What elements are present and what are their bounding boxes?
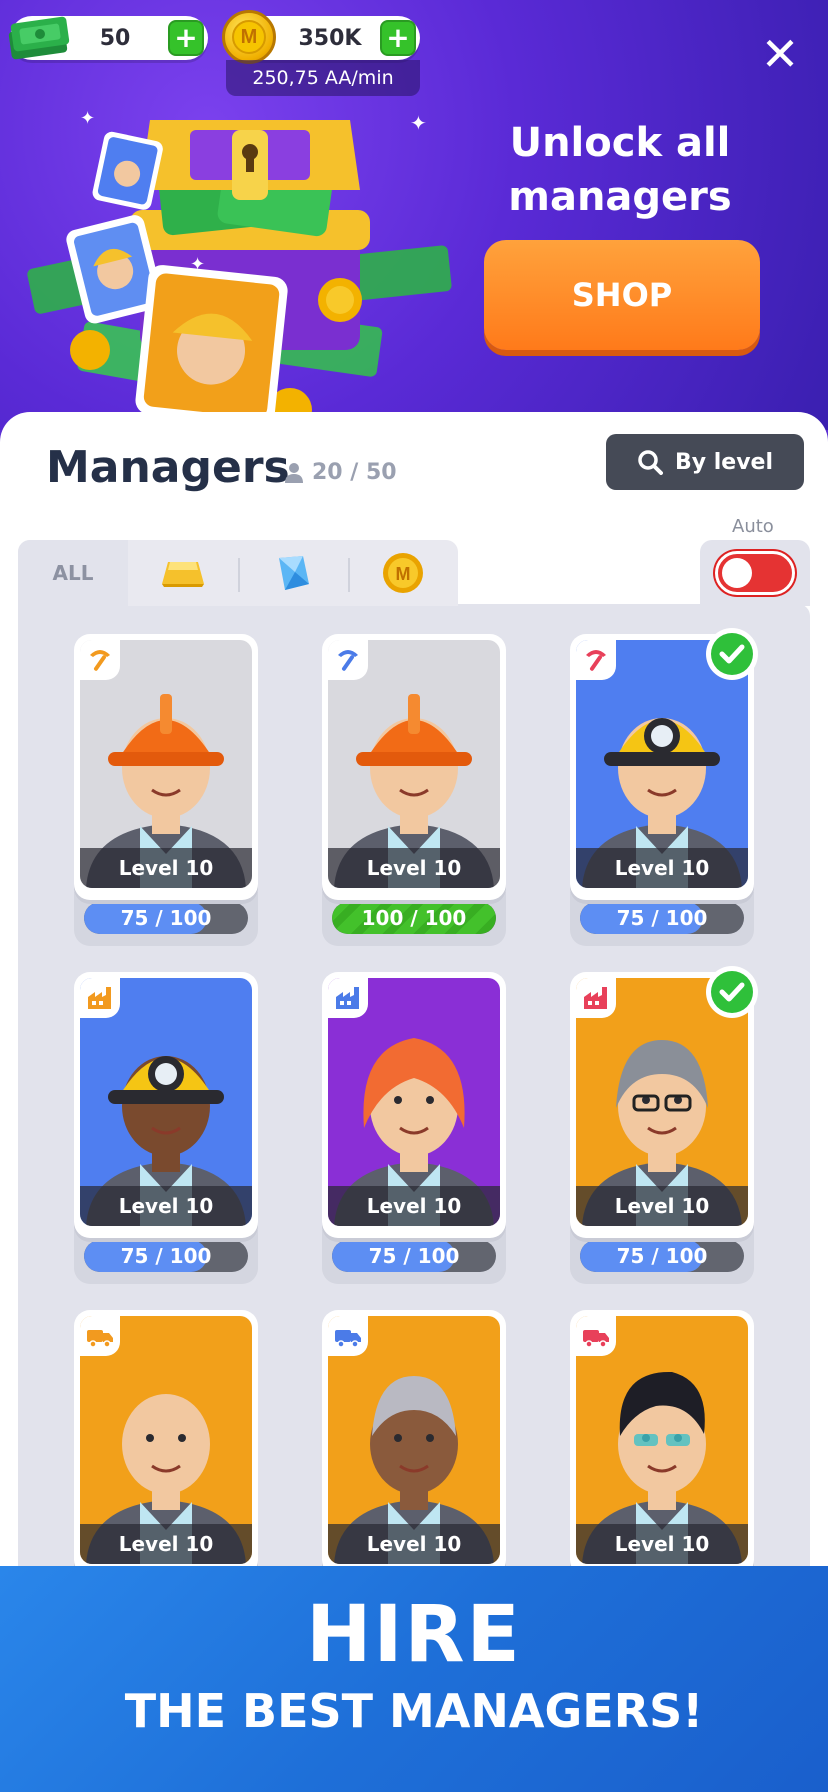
coins-counter: M 350K + [222,10,420,64]
person-icon [285,462,303,483]
manager-card[interactable]: Level 10 [570,628,758,902]
auto-toggle-container [700,540,810,606]
progress-text: 75 / 100 [368,1244,460,1268]
pickaxe-icon [80,640,120,680]
tab-coins[interactable]: M [348,540,458,606]
search-icon [638,450,663,475]
factory-icon [576,978,616,1018]
manager-level: Level 10 [576,848,748,888]
managers-count-text: 20 / 50 [312,460,397,485]
tab-gold[interactable] [128,540,238,606]
managers-count: 20 / 50 [284,460,397,485]
cash-counter: 50 + [8,16,208,60]
gem-icon [279,556,309,590]
sort-by-level-label: By level [674,449,774,475]
checkmark-icon [706,628,758,680]
pickaxe-icon [328,640,368,680]
manager-level: Level 10 [80,1186,252,1226]
svg-text:✦: ✦ [190,254,205,275]
manager-progress-bar: 75 / 100 [580,1240,744,1272]
treasure-chest-illustration: ✦ ✦ ✦ [27,108,452,430]
progress-text: 75 / 100 [120,1244,212,1268]
gold-bar-icon [162,562,204,587]
hire-title: HIRE [306,1590,522,1680]
progress-text: 75 / 100 [616,906,708,930]
coins-value: 350K [298,25,362,51]
income-rate: 250,75 AA/min [226,60,420,96]
manager-progress-bar: 75 / 100 [332,1240,496,1272]
manager-card[interactable]: Level 10 [74,634,258,902]
manager-card[interactable]: Level 10 [322,634,506,902]
manager-level: Level 10 [328,848,500,888]
toggle-knob [722,558,752,588]
manager-level: Level 10 [80,1524,252,1564]
coin-icon: M [383,553,423,593]
progress-text: 75 / 100 [120,906,212,930]
manager-progress-bar: 75 / 100 [84,902,248,934]
truck-icon [576,1316,616,1356]
auto-label: Auto [732,516,774,537]
svg-text:M: M [396,564,411,584]
progress-text: 75 / 100 [616,1244,708,1268]
auto-toggle[interactable] [715,551,795,595]
manager-progress-bar: 100 / 100 [332,902,496,934]
tab-all[interactable]: ALL [18,540,128,606]
manager-progress-bar: 75 / 100 [84,1240,248,1272]
add-coins-button[interactable]: + [380,20,416,56]
sort-by-level-button[interactable]: By level [606,434,804,490]
manager-level: Level 10 [328,1186,500,1226]
manager-level: Level 10 [576,1524,748,1564]
hire-promo-banner: HIRE THE BEST MANAGERS! [0,1566,828,1792]
manager-card[interactable]: Level 10 [74,972,258,1240]
manager-level: Level 10 [80,848,252,888]
manager-card[interactable]: Level 10 [322,1310,506,1578]
pickaxe-icon [576,640,616,680]
progress-text: 100 / 100 [361,906,467,930]
promo-banner: ✦ ✦ ✦ 50 + M 350K + 250,75 AA/min ✕ Unlo… [0,0,828,430]
svg-text:✦: ✦ [80,108,95,129]
close-button[interactable]: ✕ [760,31,800,77]
add-cash-button[interactable]: + [168,20,204,56]
hire-subtitle: THE BEST MANAGERS! [124,1684,704,1738]
svg-text:✦: ✦ [410,111,427,135]
page-title: Managers [46,442,290,493]
shop-button[interactable]: SHOP [484,240,760,350]
promo-title: Unlock all managers [508,120,732,220]
truck-icon [80,1316,120,1356]
manager-card[interactable]: Level 10 [322,972,506,1240]
manager-progress-bar: 75 / 100 [580,902,744,934]
manager-card[interactable]: Level 10 [74,1310,258,1578]
manager-level: Level 10 [576,1186,748,1226]
manager-card[interactable]: Level 10 [570,966,758,1240]
truck-icon [328,1316,368,1356]
tab-gems[interactable] [238,540,348,606]
manager-card[interactable]: Level 10 [570,1310,754,1578]
checkmark-icon [706,966,758,1018]
manager-level: Level 10 [328,1524,500,1564]
filter-tabs: ALL M [18,540,458,606]
cash-value: 50 [99,25,131,51]
factory-icon [328,978,368,1018]
factory-icon [80,978,120,1018]
